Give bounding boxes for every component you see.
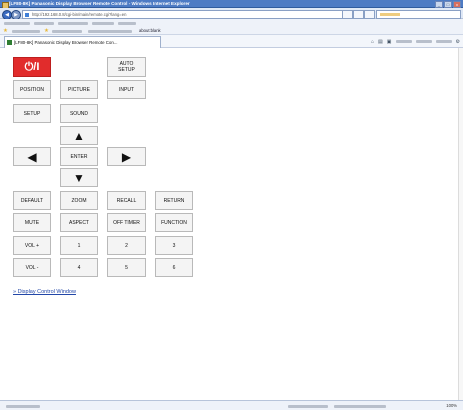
number-5-button[interactable]: 5: [107, 258, 146, 277]
menu-bar: [0, 19, 463, 27]
command-item-blurred[interactable]: [435, 40, 452, 43]
favorites-about-blank[interactable]: about:blank: [139, 27, 161, 35]
default-button[interactable]: DEFAULT: [13, 191, 51, 210]
mute-button[interactable]: MUTE: [13, 213, 51, 232]
tab-favicon-icon: [7, 40, 12, 45]
forward-button[interactable]: ▶: [11, 9, 21, 20]
aspect-button[interactable]: ASPECT: [60, 213, 98, 232]
up-arrow-button[interactable]: ▲: [60, 126, 98, 145]
favorites-star-icon[interactable]: ★: [3, 28, 8, 34]
menu-item-blurred[interactable]: [58, 21, 88, 25]
page-favicon-icon: [25, 12, 29, 17]
print-icon[interactable]: ▣: [387, 39, 392, 45]
off-timer-button[interactable]: OFF TIMER: [107, 213, 146, 232]
number-4-button[interactable]: 4: [60, 258, 98, 277]
tab-bar: [LF80-8K] Panasonic Display Browser Remo…: [0, 35, 463, 48]
status-zone-blurred: [288, 404, 328, 408]
vol-down-button[interactable]: VOL -: [13, 258, 51, 277]
favorites-item-blurred[interactable]: [52, 29, 82, 33]
left-arrow-button[interactable]: ◀: [13, 147, 51, 166]
window-title: [LF80-8K] Panasonic Display Browser Remo…: [9, 1, 190, 6]
menu-item-blurred[interactable]: [4, 21, 30, 25]
address-input[interactable]: http://192.168.0.8/cgi-bin/main/remote.c…: [22, 10, 351, 19]
refresh-button[interactable]: [342, 10, 353, 19]
tab-label: [LF80-8K] Panasonic Display Browser Remo…: [14, 40, 118, 45]
input-button[interactable]: INPUT: [107, 80, 146, 99]
number-1-button[interactable]: 1: [60, 236, 98, 255]
power-button[interactable]: ⏻/I: [13, 57, 51, 77]
favorites-bar: ★ ★ about:blank: [0, 27, 463, 35]
menu-item-blurred[interactable]: [92, 21, 114, 25]
home-icon[interactable]: ⌂: [371, 39, 374, 45]
recall-button[interactable]: RECALL: [107, 191, 146, 210]
setup-button[interactable]: SETUP: [13, 104, 51, 123]
right-arrow-button[interactable]: ▶: [107, 147, 146, 166]
minimize-button[interactable]: _: [435, 1, 443, 8]
vol-up-button[interactable]: VOL +: [13, 236, 51, 255]
address-toolbar: ◀ ▶ http://192.168.0.8/cgi-bin/main/remo…: [0, 8, 463, 20]
number-3-button[interactable]: 3: [155, 236, 193, 255]
down-arrow-icon: ▼: [73, 170, 85, 185]
number-6-button[interactable]: 6: [155, 258, 193, 277]
command-item-blurred[interactable]: [395, 40, 412, 43]
display-control-window-link[interactable]: » Display Control Window: [13, 289, 76, 295]
left-arrow-icon: ◀: [27, 149, 37, 164]
favorites-item-blurred[interactable]: [12, 29, 40, 33]
maximize-button[interactable]: □: [444, 1, 452, 8]
protected-mode-blurred: [334, 404, 386, 408]
menu-item-blurred[interactable]: [118, 21, 136, 25]
number-2-button[interactable]: 2: [107, 236, 146, 255]
close-button[interactable]: x: [453, 1, 461, 8]
compatibility-button[interactable]: [364, 10, 375, 19]
settings-gear-icon[interactable]: ⚙: [456, 39, 460, 45]
up-arrow-icon: ▲: [73, 128, 85, 143]
feeds-icon[interactable]: ▤: [378, 39, 383, 45]
stop-button[interactable]: [353, 10, 364, 19]
auto-setup-button[interactable]: AUTO SETUP: [107, 57, 146, 77]
add-favorite-icon[interactable]: ★: [44, 28, 49, 34]
address-url: http://192.168.0.8/cgi-bin/main/remote.c…: [32, 12, 127, 17]
favorites-item-blurred[interactable]: [88, 29, 132, 33]
search-provider-icon: [380, 13, 400, 16]
sound-button[interactable]: SOUND: [60, 104, 98, 123]
down-arrow-button[interactable]: ▼: [60, 168, 98, 187]
tab-remote-control[interactable]: [LF80-8K] Panasonic Display Browser Remo…: [4, 36, 161, 48]
command-item-blurred[interactable]: [415, 40, 432, 43]
function-button[interactable]: FUNCTION: [155, 213, 193, 232]
auto-setup-label-line2: SETUP: [118, 67, 135, 73]
zoom-level[interactable]: 100%: [446, 402, 457, 409]
command-bar: ⌂ ▤ ▣ ⚙: [371, 37, 460, 46]
enter-button[interactable]: ENTER: [60, 147, 98, 166]
search-input[interactable]: [376, 10, 461, 19]
picture-button[interactable]: PICTURE: [60, 80, 98, 99]
vertical-scrollbar[interactable]: [458, 48, 463, 400]
return-button[interactable]: RETURN: [155, 191, 193, 210]
window-controls: _ □ x: [435, 1, 461, 8]
status-bar: 100%: [0, 400, 463, 410]
window-title-bar: [LF80-8K] Panasonic Display Browser Remo…: [0, 0, 463, 9]
zoom-button[interactable]: ZOOM: [60, 191, 98, 210]
status-text-blurred: [6, 404, 40, 408]
right-arrow-icon: ▶: [121, 149, 132, 164]
menu-item-blurred[interactable]: [34, 21, 54, 25]
position-button[interactable]: POSITION: [13, 80, 51, 99]
